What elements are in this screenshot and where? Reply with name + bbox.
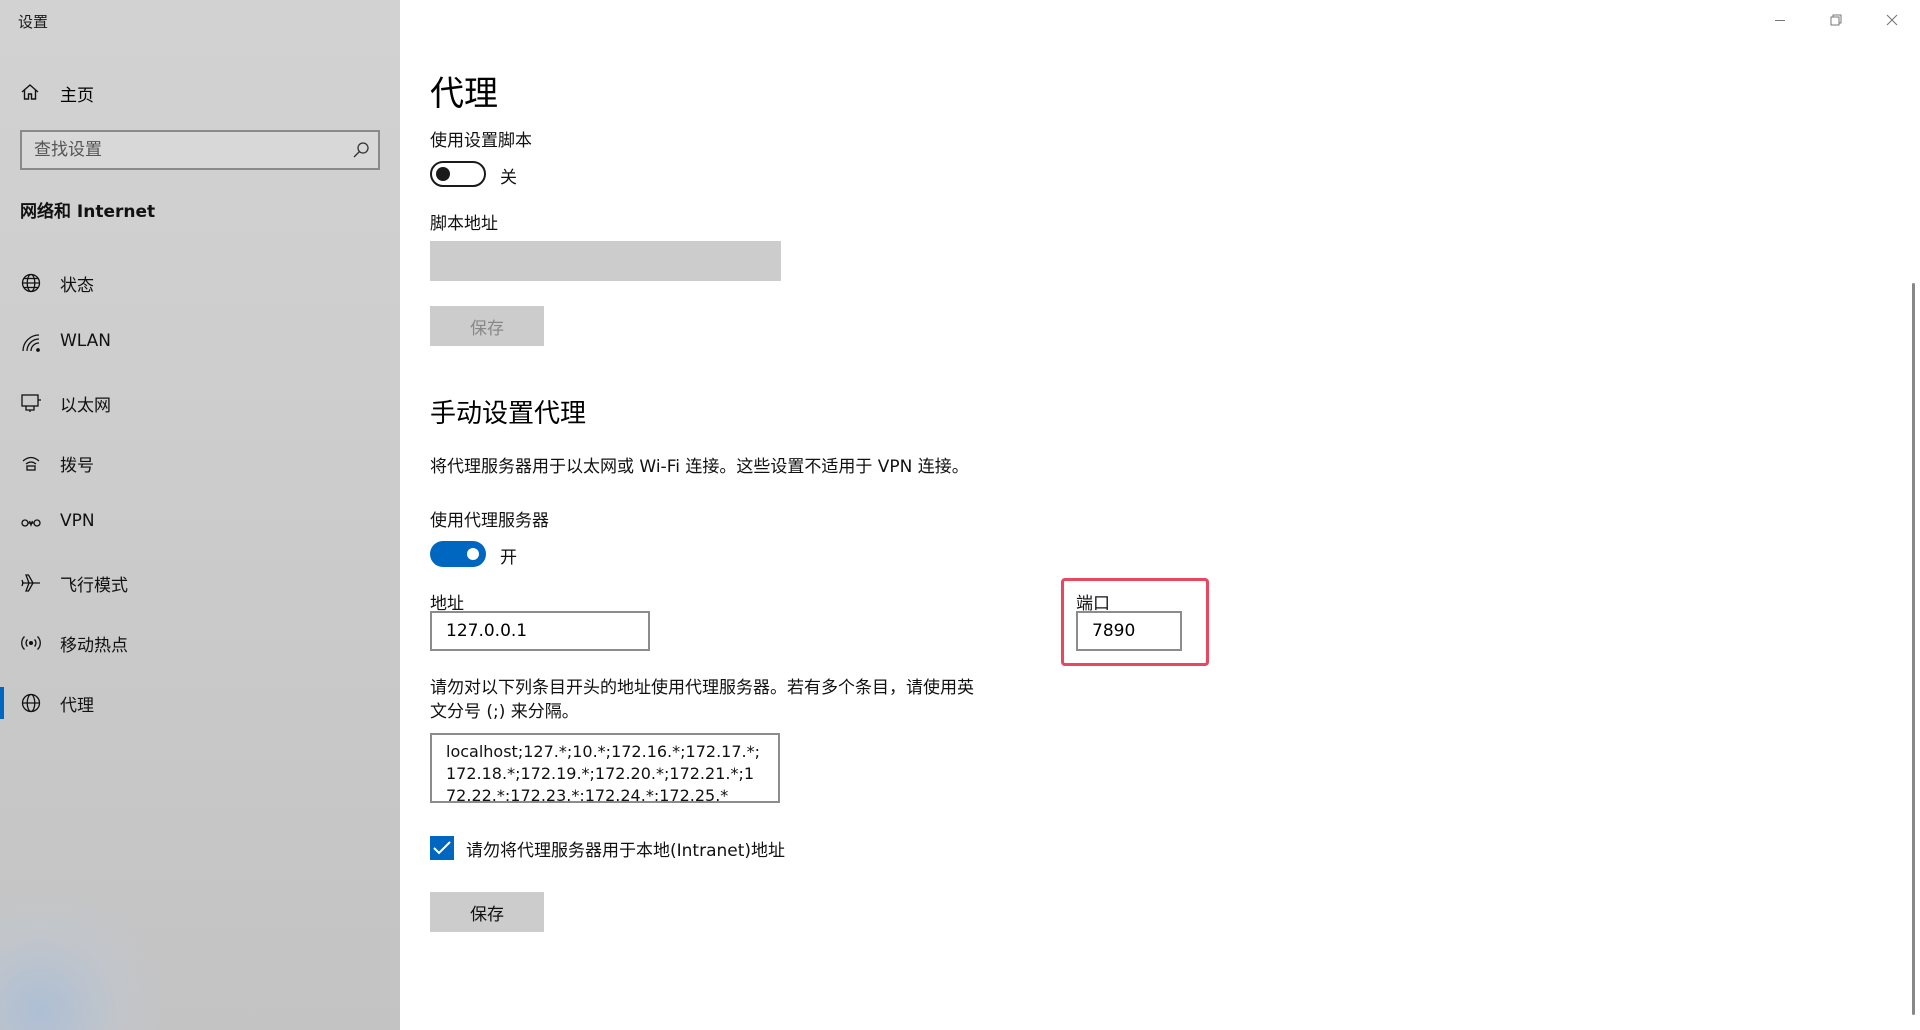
manual-save-button[interactable]: 保存 xyxy=(430,892,544,932)
search-input[interactable] xyxy=(22,132,342,168)
address-input[interactable] xyxy=(430,611,650,651)
manual-proxy-heading: 手动设置代理 xyxy=(430,399,587,429)
sidebar-nav: 状态 WLAN 以太网 拨号 VPN 飞行模式 移动热点 代理 xyxy=(0,256,400,736)
sidebar-item-label: 以太网 xyxy=(60,396,111,416)
home-icon xyxy=(21,84,39,100)
airplane-icon xyxy=(21,574,40,592)
proxy-toggle-label: 使用代理服务器 xyxy=(430,511,549,531)
checkmark-icon xyxy=(433,841,451,855)
wifi-icon xyxy=(22,334,40,352)
sidebar-item-label: 拨号 xyxy=(60,456,94,476)
sidebar: 设置 主页 网络和 Internet 状态 xyxy=(0,0,400,1030)
sidebar-item-status[interactable]: 状态 xyxy=(0,256,400,316)
sidebar-item-label: 飞行模式 xyxy=(60,576,128,596)
sidebar-item-label: 主页 xyxy=(60,86,94,106)
sidebar-item-label: 移动热点 xyxy=(60,636,128,656)
proxy-toggle-state: 开 xyxy=(500,548,517,568)
sidebar-item-label: VPN xyxy=(60,511,95,531)
sidebar-item-dialup[interactable]: 拨号 xyxy=(0,436,400,496)
script-address-label: 脚本地址 xyxy=(430,214,498,234)
dialup-icon xyxy=(22,456,40,471)
sidebar-item-label: 状态 xyxy=(60,276,94,296)
section-title: 网络和 Internet xyxy=(20,202,156,222)
script-toggle-state: 关 xyxy=(500,168,517,188)
globe-icon xyxy=(21,693,41,713)
search-icon[interactable] xyxy=(352,141,370,159)
app-title: 设置 xyxy=(18,13,49,31)
port-input[interactable] xyxy=(1076,611,1182,651)
exceptions-label-line2: 文分号 (;) 来分隔。 xyxy=(430,702,579,722)
sidebar-item-ethernet[interactable]: 以太网 xyxy=(0,376,400,436)
ethernet-icon xyxy=(21,394,41,412)
sidebar-item-home[interactable]: 主页 xyxy=(0,72,400,112)
sidebar-item-label: WLAN xyxy=(60,331,112,351)
vpn-icon xyxy=(21,519,41,527)
main-content: 代理 使用设置脚本 关 脚本地址 保存 手动设置代理 将代理服务器用于以太网或 … xyxy=(400,0,1920,1030)
page-title: 代理 xyxy=(430,74,498,114)
scrollbar[interactable] xyxy=(1912,283,1915,1015)
bypass-local-checkbox[interactable] xyxy=(430,836,454,860)
sidebar-item-proxy[interactable]: 代理 xyxy=(0,676,400,736)
exceptions-label: 请勿对以下列条目开头的地址使用代理服务器。若有多个条目，请使用英 文分号 (;)… xyxy=(430,676,1030,724)
sidebar-item-vpn[interactable]: VPN xyxy=(0,496,400,556)
sidebar-item-wlan[interactable]: WLAN xyxy=(0,316,400,376)
script-toggle[interactable] xyxy=(430,161,486,187)
hotspot-icon xyxy=(21,636,41,650)
script-save-button[interactable]: 保存 xyxy=(430,306,544,346)
exceptions-label-line1: 请勿对以下列条目开头的地址使用代理服务器。若有多个条目，请使用英 xyxy=(430,678,974,698)
bypass-local-label: 请勿将代理服务器用于本地(Intranet)地址 xyxy=(466,841,786,861)
manual-proxy-description: 将代理服务器用于以太网或 Wi-Fi 连接。这些设置不适用于 VPN 连接。 xyxy=(430,457,969,477)
script-address-input[interactable] xyxy=(430,241,781,281)
search-box xyxy=(20,130,380,170)
proxy-toggle[interactable] xyxy=(430,541,486,567)
exceptions-textarea[interactable]: localhost;127.*;10.*;172.16.*;172.17.*;1… xyxy=(430,733,780,803)
globe-status-icon xyxy=(21,273,41,293)
sidebar-item-hotspot[interactable]: 移动热点 xyxy=(0,616,400,676)
sidebar-item-airplane[interactable]: 飞行模式 xyxy=(0,556,400,616)
settings-window: 设置 主页 网络和 Internet 状态 xyxy=(0,0,1920,1030)
toggle-knob xyxy=(467,548,479,560)
toggle-knob xyxy=(436,167,450,181)
script-toggle-label: 使用设置脚本 xyxy=(430,131,532,151)
sidebar-item-label: 代理 xyxy=(60,696,94,716)
